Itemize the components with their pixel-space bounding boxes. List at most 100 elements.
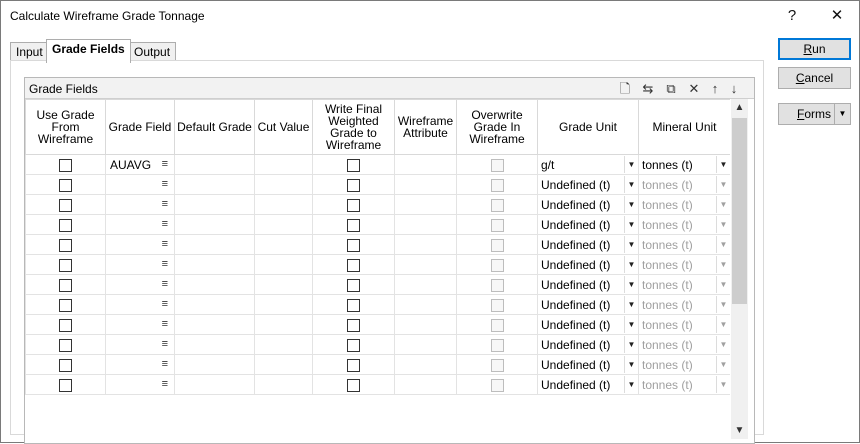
write-final-checkbox[interactable] [347, 158, 360, 172]
help-icon[interactable]: ? [778, 5, 806, 27]
use-grade-checkbox[interactable] [59, 378, 72, 392]
grade-field-cell[interactable]: ≡ [105, 214, 175, 235]
use-grade-cell[interactable] [25, 274, 106, 295]
scroll-down-icon[interactable]: ▼ [731, 422, 748, 439]
write-final-cell[interactable] [312, 354, 395, 375]
cut-value-cell[interactable] [254, 314, 313, 335]
grade-field-cell[interactable]: ≡ [105, 254, 175, 275]
grade-unit-dropdown[interactable]: Undefined (t) ▼ [537, 174, 639, 195]
run-button[interactable]: Run [778, 38, 851, 60]
grade-field-cell[interactable]: ≡ [105, 354, 175, 375]
use-grade-cell[interactable] [25, 234, 106, 255]
cut-value-cell[interactable] [254, 174, 313, 195]
default-grade-cell[interactable] [174, 194, 255, 215]
move-up-icon[interactable]: ↑ [706, 80, 724, 98]
grade-field-cell[interactable]: ≡ [105, 334, 175, 355]
dropdown-arrow-icon[interactable]: ▼ [624, 216, 638, 233]
grade-unit-dropdown[interactable]: Undefined (t) ▼ [537, 194, 639, 215]
grade-unit-dropdown[interactable]: Undefined (t) ▼ [537, 254, 639, 275]
cut-value-cell[interactable] [254, 374, 313, 395]
grade-field-cell[interactable]: ≡ [105, 234, 175, 255]
cut-value-cell[interactable] [254, 234, 313, 255]
grade-unit-dropdown[interactable]: Undefined (t) ▼ [537, 354, 639, 375]
use-grade-cell[interactable] [25, 254, 106, 275]
default-grade-cell[interactable] [174, 274, 255, 295]
default-grade-cell[interactable] [174, 234, 255, 255]
write-final-cell[interactable] [312, 374, 395, 395]
forms-dropdown-icon[interactable]: ▼ [834, 104, 850, 124]
cancel-button[interactable]: Cancel [778, 67, 851, 89]
dropdown-arrow-icon[interactable]: ▼ [716, 156, 730, 173]
use-grade-cell[interactable] [25, 154, 106, 175]
use-grade-cell[interactable] [25, 294, 106, 315]
grade-unit-dropdown[interactable]: Undefined (t) ▼ [537, 314, 639, 335]
grade-field-cell[interactable]: AUAVG ≡ [105, 154, 175, 175]
grade-field-cell[interactable]: ≡ [105, 274, 175, 295]
write-final-checkbox[interactable] [347, 238, 360, 252]
default-grade-cell[interactable] [174, 214, 255, 235]
cut-value-cell[interactable] [254, 334, 313, 355]
scroll-thumb[interactable] [732, 118, 747, 304]
write-final-cell[interactable] [312, 174, 395, 195]
use-grade-cell[interactable] [25, 374, 106, 395]
use-grade-checkbox[interactable] [59, 258, 72, 272]
field-list-icon[interactable]: ≡ [162, 338, 168, 350]
field-list-icon[interactable]: ≡ [162, 318, 168, 330]
grade-field-cell[interactable]: ≡ [105, 374, 175, 395]
field-list-icon[interactable]: ≡ [162, 158, 168, 170]
use-grade-cell[interactable] [25, 194, 106, 215]
vertical-scrollbar[interactable]: ▲ ▼ [731, 99, 748, 439]
dropdown-arrow-icon[interactable]: ▼ [624, 336, 638, 353]
cut-value-cell[interactable] [254, 274, 313, 295]
write-final-cell[interactable] [312, 294, 395, 315]
use-grade-cell[interactable] [25, 314, 106, 335]
field-list-icon[interactable]: ≡ [162, 358, 168, 370]
dropdown-arrow-icon[interactable]: ▼ [624, 276, 638, 293]
tab-input[interactable]: Input [10, 42, 49, 62]
use-grade-checkbox[interactable] [59, 218, 72, 232]
grade-unit-dropdown[interactable]: Undefined (t) ▼ [537, 374, 639, 395]
dropdown-arrow-icon[interactable]: ▼ [624, 256, 638, 273]
default-grade-cell[interactable] [174, 174, 255, 195]
copy-row-icon[interactable]: ⧉ [662, 80, 680, 98]
cut-value-cell[interactable] [254, 294, 313, 315]
grade-field-cell[interactable]: ≡ [105, 314, 175, 335]
field-list-icon[interactable]: ≡ [162, 238, 168, 250]
default-grade-cell[interactable] [174, 374, 255, 395]
grade-unit-dropdown[interactable]: Undefined (t) ▼ [537, 274, 639, 295]
move-down-icon[interactable]: ↓ [725, 80, 743, 98]
write-final-cell[interactable] [312, 314, 395, 335]
grade-field-cell[interactable]: ≡ [105, 294, 175, 315]
write-final-cell[interactable] [312, 154, 395, 175]
write-final-cell[interactable] [312, 194, 395, 215]
write-final-checkbox[interactable] [347, 338, 360, 352]
grade-field-cell[interactable]: ≡ [105, 174, 175, 195]
close-icon[interactable]: ✕ [823, 5, 851, 27]
field-list-icon[interactable]: ≡ [162, 298, 168, 310]
use-grade-cell[interactable] [25, 214, 106, 235]
forms-button[interactable]: Forms ▼ [778, 103, 851, 125]
write-final-cell[interactable] [312, 234, 395, 255]
new-row-icon[interactable]: 🗋 [616, 80, 634, 98]
grade-unit-dropdown[interactable]: Undefined (t) ▼ [537, 334, 639, 355]
dropdown-arrow-icon[interactable]: ▼ [624, 236, 638, 253]
cut-value-cell[interactable] [254, 154, 313, 175]
grade-unit-dropdown[interactable]: g/t ▼ [537, 154, 639, 175]
default-grade-cell[interactable] [174, 254, 255, 275]
default-grade-cell[interactable] [174, 294, 255, 315]
use-grade-checkbox[interactable] [59, 278, 72, 292]
write-final-checkbox[interactable] [347, 278, 360, 292]
default-grade-cell[interactable] [174, 314, 255, 335]
field-list-icon[interactable]: ≡ [162, 278, 168, 290]
tab-output[interactable]: Output [128, 42, 177, 62]
write-final-checkbox[interactable] [347, 378, 360, 392]
use-grade-cell[interactable] [25, 354, 106, 375]
use-grade-checkbox[interactable] [59, 298, 72, 312]
dropdown-arrow-icon[interactable]: ▼ [624, 156, 638, 173]
field-list-icon[interactable]: ≡ [162, 378, 168, 390]
write-final-cell[interactable] [312, 254, 395, 275]
write-final-checkbox[interactable] [347, 258, 360, 272]
grade-unit-dropdown[interactable]: Undefined (t) ▼ [537, 214, 639, 235]
use-grade-checkbox[interactable] [59, 158, 72, 172]
field-list-icon[interactable]: ≡ [162, 198, 168, 210]
